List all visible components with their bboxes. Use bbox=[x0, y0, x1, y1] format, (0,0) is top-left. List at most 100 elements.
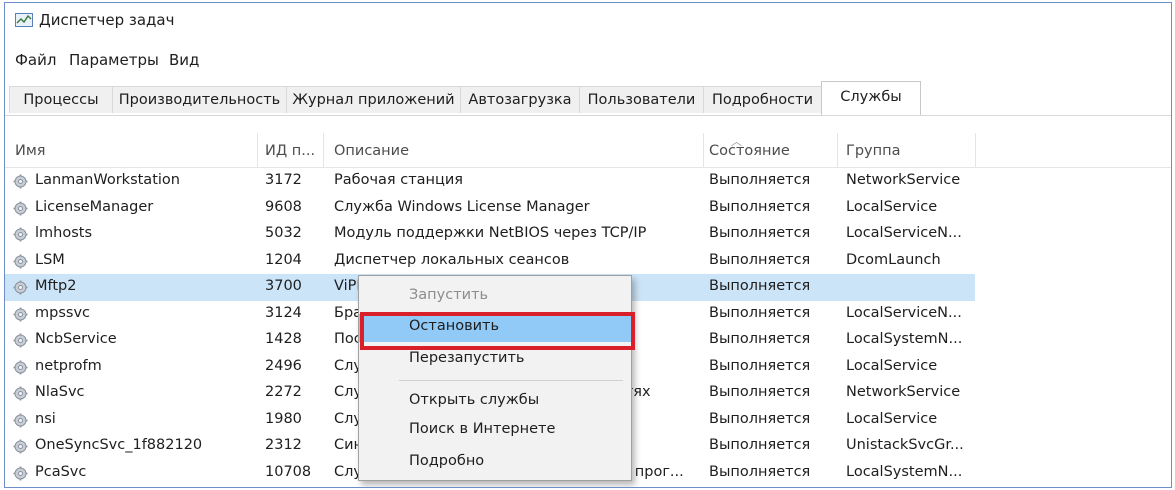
service-name-cell: LicenseManager bbox=[35, 198, 154, 215]
service-gear-icon bbox=[13, 280, 28, 295]
table-row[interactable]: lmhosts 5032 Модуль поддержки NetBIOS чере… bbox=[5, 221, 975, 248]
column-header-pid[interactable]: ИД п... bbox=[265, 143, 315, 159]
service-name-cell: lmhosts bbox=[35, 225, 93, 241]
service-gear-icon bbox=[13, 386, 28, 401]
description-cell: Служба Windows License Manager bbox=[334, 198, 590, 215]
pid-cell: 1980 bbox=[265, 410, 302, 427]
title-bar: Диспетчер задач bbox=[5, 3, 1171, 37]
pid-cell: 10708 bbox=[265, 463, 312, 480]
service-name-cell: LanmanWorkstation bbox=[35, 172, 180, 188]
menu-view[interactable]: Вид bbox=[169, 51, 199, 69]
service-name-cell: LSM bbox=[35, 251, 65, 268]
tab-startup[interactable]: Автозагрузка bbox=[460, 86, 580, 113]
status-cell: Выполняется bbox=[709, 384, 811, 400]
service-name-cell: PcaSvc bbox=[35, 463, 87, 480]
menu-item-details[interactable]: Подробно bbox=[359, 449, 631, 477]
service-name-cell: netprofm bbox=[35, 357, 102, 374]
service-gear-icon bbox=[13, 413, 28, 428]
status-cell: Выполняется bbox=[709, 278, 811, 294]
menu-item-start-label: Запустить bbox=[409, 287, 489, 303]
group-cell: LocalService bbox=[846, 410, 938, 427]
menu-item-details-label: Подробно bbox=[409, 453, 485, 469]
table-row[interactable]: LanmanWorkstation 3172 Рабочая станция Выпо… bbox=[5, 168, 975, 195]
status-cell: Выполняется bbox=[709, 410, 811, 427]
group-cell: LocalService bbox=[846, 357, 938, 374]
group-cell: LocalService bbox=[846, 198, 938, 215]
menu-item-restart-label: Перезапустить bbox=[409, 350, 525, 366]
menu-separator bbox=[399, 380, 623, 381]
service-gear-icon bbox=[13, 360, 28, 375]
status-cell: Выполняется bbox=[709, 198, 811, 215]
service-name-cell: NlaSvc bbox=[35, 384, 85, 400]
column-header-group[interactable]: Группа bbox=[846, 143, 900, 159]
column-divider[interactable] bbox=[703, 133, 704, 167]
pid-cell: 9608 bbox=[265, 198, 302, 215]
tab-services[interactable]: Службы bbox=[821, 81, 921, 115]
service-name-cell: Mftp2 bbox=[35, 278, 77, 294]
service-gear-icon bbox=[13, 466, 28, 481]
table-row[interactable]: PhoneSvc1436Телефонная связьВыполняетсяL… bbox=[5, 486, 975, 487]
menu-item-restart[interactable]: Перезапустить bbox=[359, 346, 631, 374]
group-cell: DcomLaunch bbox=[846, 251, 941, 268]
menu-item-open-services-label: Открыть службы bbox=[409, 392, 540, 408]
service-name-cell: OneSyncSvc_1f882120 bbox=[35, 437, 203, 453]
table-row[interactable]: LicenseManager 9608 Служба Windows License… bbox=[5, 195, 975, 222]
menu-file[interactable]: Файл bbox=[15, 51, 56, 69]
column-divider[interactable] bbox=[257, 133, 258, 167]
status-cell: Выполняется bbox=[709, 225, 811, 241]
group-cell: LocalServiceN... bbox=[846, 304, 962, 321]
task-manager-window: Диспетчер задач Файл Параметры Вид Проце… bbox=[4, 2, 1172, 488]
pid-cell: 3700 bbox=[265, 278, 302, 294]
service-gear-icon bbox=[13, 333, 28, 348]
service-gear-icon bbox=[13, 254, 28, 269]
menu-options[interactable]: Параметры bbox=[69, 51, 159, 69]
tab-users[interactable]: Пользователи bbox=[579, 86, 704, 113]
highlight-box bbox=[360, 312, 635, 350]
pid-cell: 2312 bbox=[265, 437, 302, 453]
service-name-cell: nsi bbox=[35, 410, 56, 427]
pid-cell: 3124 bbox=[265, 304, 302, 321]
service-gear-icon bbox=[13, 439, 28, 454]
status-cell: Выполняется bbox=[709, 251, 811, 268]
column-header-row: Имя ИД п... Описание ︿ Состояние Группа bbox=[5, 133, 1171, 168]
description-cell: Модуль поддержки NetBIOS через TCP/IP bbox=[334, 225, 647, 241]
menu-item-open-services[interactable]: Открыть службы bbox=[359, 388, 631, 416]
status-cell: Выполняется bbox=[709, 331, 811, 347]
tab-processes[interactable]: Процессы bbox=[9, 86, 113, 113]
service-name-cell: NcbService bbox=[35, 331, 117, 347]
status-cell: Выполняется bbox=[709, 304, 811, 321]
table-row[interactable]: LSM 1204 Диспетчер локальных сеансов Выполн… bbox=[5, 248, 975, 275]
column-divider[interactable] bbox=[837, 133, 838, 167]
pid-cell: 1204 bbox=[265, 251, 302, 268]
column-divider[interactable] bbox=[323, 133, 324, 167]
service-gear-icon bbox=[13, 201, 28, 216]
task-manager-icon bbox=[15, 13, 33, 27]
context-menu: Запустить Остановить Перезапустить Откры… bbox=[358, 275, 632, 481]
tab-bar: Процессы Производительность Журнал прило… bbox=[5, 81, 1171, 116]
column-header-status[interactable]: Состояние bbox=[709, 143, 790, 159]
column-divider[interactable] bbox=[975, 133, 976, 167]
service-gear-icon bbox=[13, 227, 28, 242]
group-cell: LocalSystemN... bbox=[846, 331, 963, 347]
window-title: Диспетчер задач bbox=[39, 11, 175, 29]
group-cell: LocalSystemN... bbox=[846, 463, 963, 480]
tab-details[interactable]: Подробности bbox=[703, 86, 822, 113]
description-cell: Рабочая станция bbox=[334, 172, 464, 188]
description-cell: Диспетчер локальных сеансов bbox=[334, 251, 570, 268]
group-cell: UnistackSvcGr... bbox=[846, 437, 964, 453]
status-cell: Выполняется bbox=[709, 463, 811, 480]
service-gear-icon bbox=[13, 174, 28, 189]
column-header-description[interactable]: Описание bbox=[334, 143, 409, 159]
menu-item-search-online-label: Поиск в Интернете bbox=[409, 421, 556, 437]
service-gear-icon bbox=[13, 307, 28, 322]
menu-item-search-online[interactable]: Поиск в Интернете bbox=[359, 417, 631, 445]
pid-cell: 2272 bbox=[265, 384, 302, 400]
tab-performance[interactable]: Производительность bbox=[112, 86, 287, 113]
column-header-name[interactable]: Имя bbox=[15, 143, 46, 159]
pid-cell: 1428 bbox=[265, 331, 302, 347]
tab-app-history[interactable]: Журнал приложений bbox=[286, 86, 461, 113]
status-cell: Выполняется bbox=[709, 437, 811, 453]
group-cell: NetworkService bbox=[846, 172, 961, 188]
menu-item-start[interactable]: Запустить bbox=[359, 283, 631, 311]
group-cell: LocalServiceN... bbox=[846, 225, 962, 241]
